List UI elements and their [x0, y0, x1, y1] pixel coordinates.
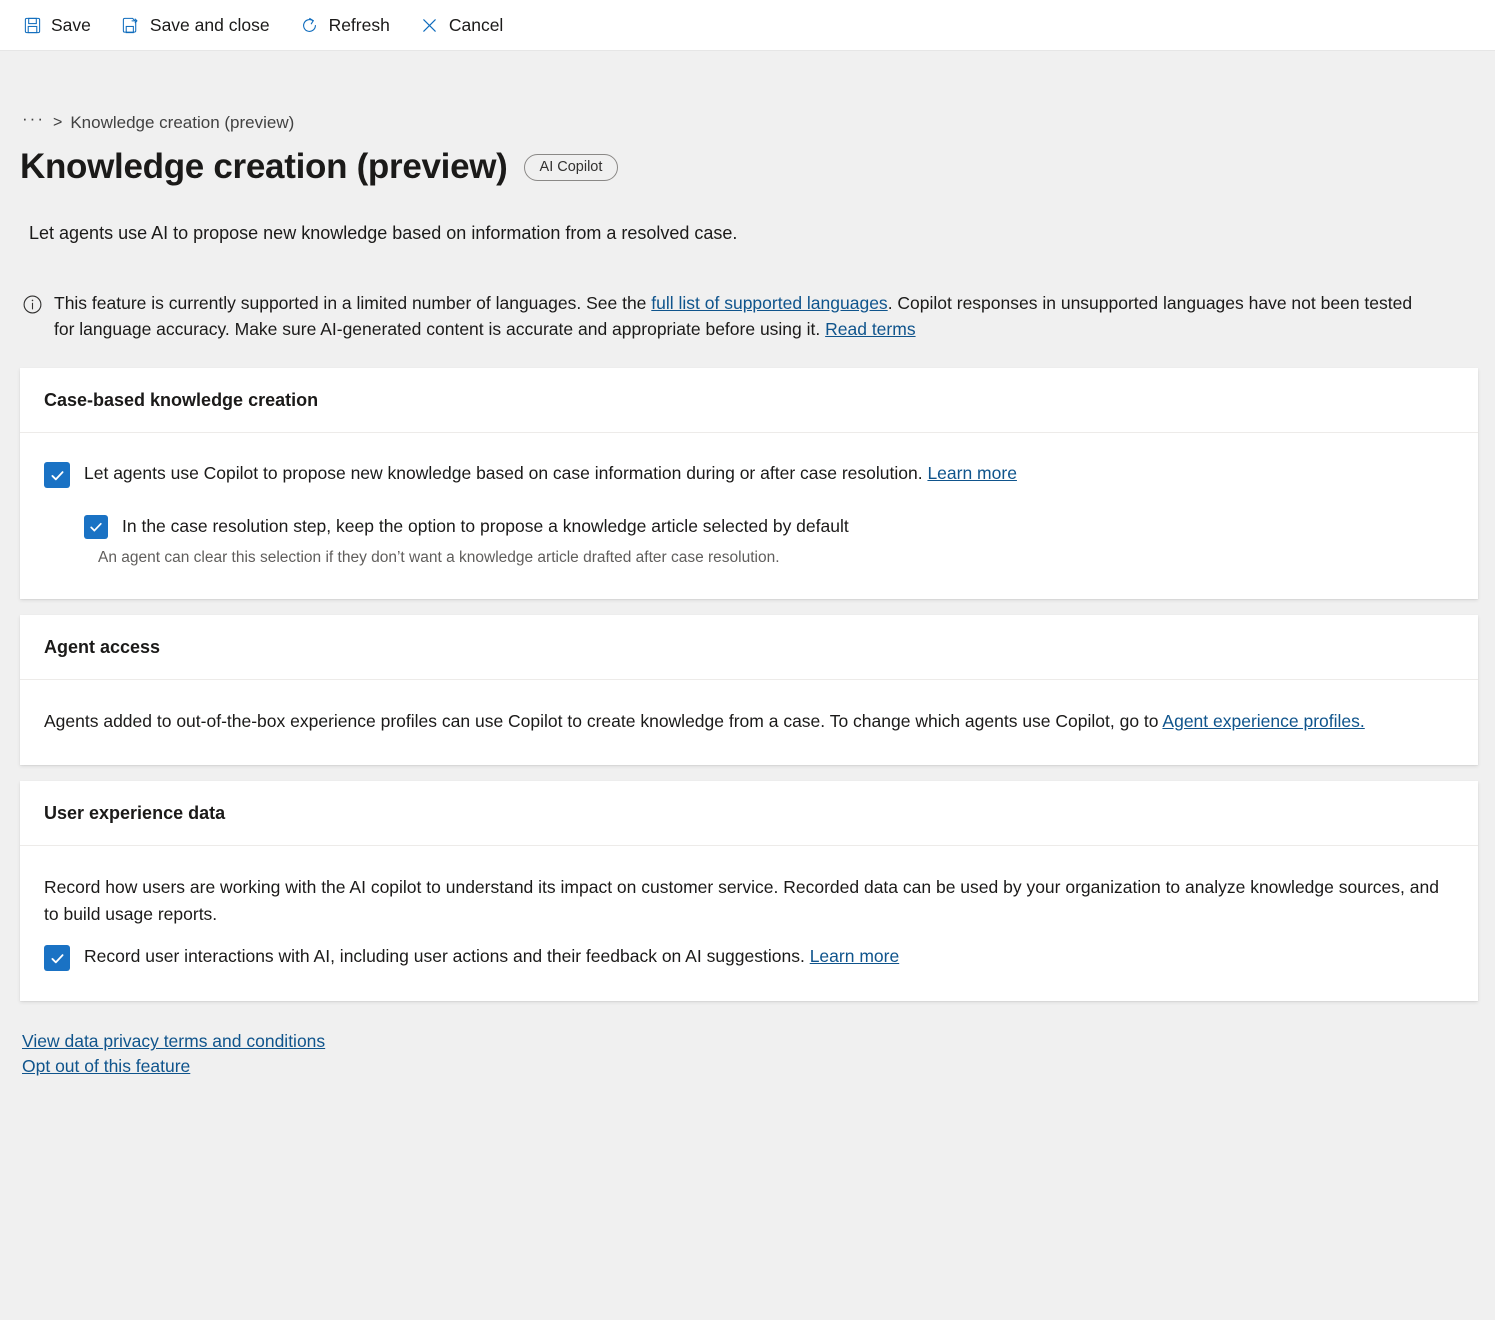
cancel-button-label: Cancel — [449, 15, 503, 36]
record-user-interactions-checkbox-text: Record user interactions with AI, includ… — [84, 946, 810, 966]
refresh-icon — [300, 15, 320, 35]
user-experience-data-text: Record how users are working with the AI… — [44, 874, 1454, 928]
keep-option-selected-checkbox[interactable] — [84, 515, 108, 539]
supported-languages-link[interactable]: full list of supported languages — [651, 293, 887, 313]
view-data-privacy-link[interactable]: View data privacy terms and conditions — [22, 1031, 1475, 1052]
page-subtitle: Let agents use AI to propose new knowled… — [0, 187, 1475, 244]
opt-out-link[interactable]: Opt out of this feature — [22, 1056, 1475, 1077]
keep-option-selected-checkbox-label: In the case resolution step, keep the op… — [122, 514, 849, 539]
agent-access-header: Agent access — [20, 615, 1478, 680]
breadcrumb-separator: > — [53, 114, 62, 132]
agent-access-text-part1: Agents added to out-of-the-box experienc… — [44, 711, 1162, 731]
page-header: Knowledge creation (preview) AI Copilot — [0, 136, 1475, 187]
propose-knowledge-checkbox-row[interactable]: Let agents use Copilot to propose new kn… — [44, 461, 1454, 488]
language-support-info-banner: This feature is currently supported in a… — [0, 244, 1475, 343]
save-button[interactable]: Save — [18, 5, 105, 45]
cancel-icon — [420, 15, 440, 35]
user-experience-data-header: User experience data — [20, 781, 1478, 846]
record-user-interactions-checkbox-row[interactable]: Record user interactions with AI, includ… — [44, 944, 1454, 971]
record-user-interactions-checkbox-label: Record user interactions with AI, includ… — [84, 944, 899, 969]
read-terms-link[interactable]: Read terms — [825, 319, 915, 339]
breadcrumb-overflow-button[interactable]: ··· — [22, 109, 45, 136]
save-and-close-button[interactable]: Save and close — [117, 5, 284, 45]
keep-option-selected-checkbox-row[interactable]: In the case resolution step, keep the op… — [84, 514, 1454, 539]
case-based-knowledge-creation-header: Case-based knowledge creation — [20, 368, 1478, 433]
agent-access-body: Agents added to out-of-the-box experienc… — [20, 680, 1478, 765]
user-experience-data-body: Record how users are working with the AI… — [20, 846, 1478, 1001]
case-based-knowledge-creation-body: Let agents use Copilot to propose new kn… — [20, 433, 1478, 599]
info-banner-text: This feature is currently supported in a… — [54, 290, 1429, 343]
keep-option-selected-help-text: An agent can clear this selection if the… — [98, 547, 1454, 569]
propose-knowledge-checkbox-text: Let agents use Copilot to propose new kn… — [84, 463, 927, 483]
propose-knowledge-checkbox[interactable] — [44, 462, 70, 488]
cancel-button[interactable]: Cancel — [416, 5, 517, 45]
save-icon — [22, 15, 42, 35]
save-and-close-icon — [121, 15, 141, 35]
footer-links: View data privacy terms and conditions O… — [0, 1001, 1475, 1077]
command-bar: Save Save and close Refresh Cancel — [0, 0, 1495, 51]
ai-copilot-badge: AI Copilot — [524, 154, 619, 181]
user-experience-data-card: User experience data Record how users ar… — [20, 781, 1478, 1001]
breadcrumb-item-current[interactable]: Knowledge creation (preview) — [70, 113, 294, 133]
case-based-knowledge-creation-card: Case-based knowledge creation Let agents… — [20, 368, 1478, 599]
refresh-button[interactable]: Refresh — [296, 5, 404, 45]
breadcrumb: ··· > Knowledge creation (preview) — [0, 51, 1475, 136]
record-user-interactions-learn-more-link[interactable]: Learn more — [810, 946, 900, 966]
save-button-label: Save — [51, 15, 91, 36]
info-banner-text-part1: This feature is currently supported in a… — [54, 293, 651, 313]
save-and-close-button-label: Save and close — [150, 15, 270, 36]
propose-knowledge-checkbox-label: Let agents use Copilot to propose new kn… — [84, 461, 1017, 486]
agent-access-text: Agents added to out-of-the-box experienc… — [44, 708, 1454, 735]
agent-experience-profiles-link[interactable]: Agent experience profiles. — [1162, 711, 1364, 731]
page-content: ··· > Knowledge creation (preview) Knowl… — [0, 51, 1495, 1320]
propose-knowledge-learn-more-link[interactable]: Learn more — [927, 463, 1017, 483]
refresh-button-label: Refresh — [329, 15, 390, 36]
info-icon — [22, 290, 43, 343]
agent-access-card: Agent access Agents added to out-of-the-… — [20, 615, 1478, 765]
page-title: Knowledge creation (preview) — [20, 148, 508, 187]
record-user-interactions-checkbox[interactable] — [44, 945, 70, 971]
